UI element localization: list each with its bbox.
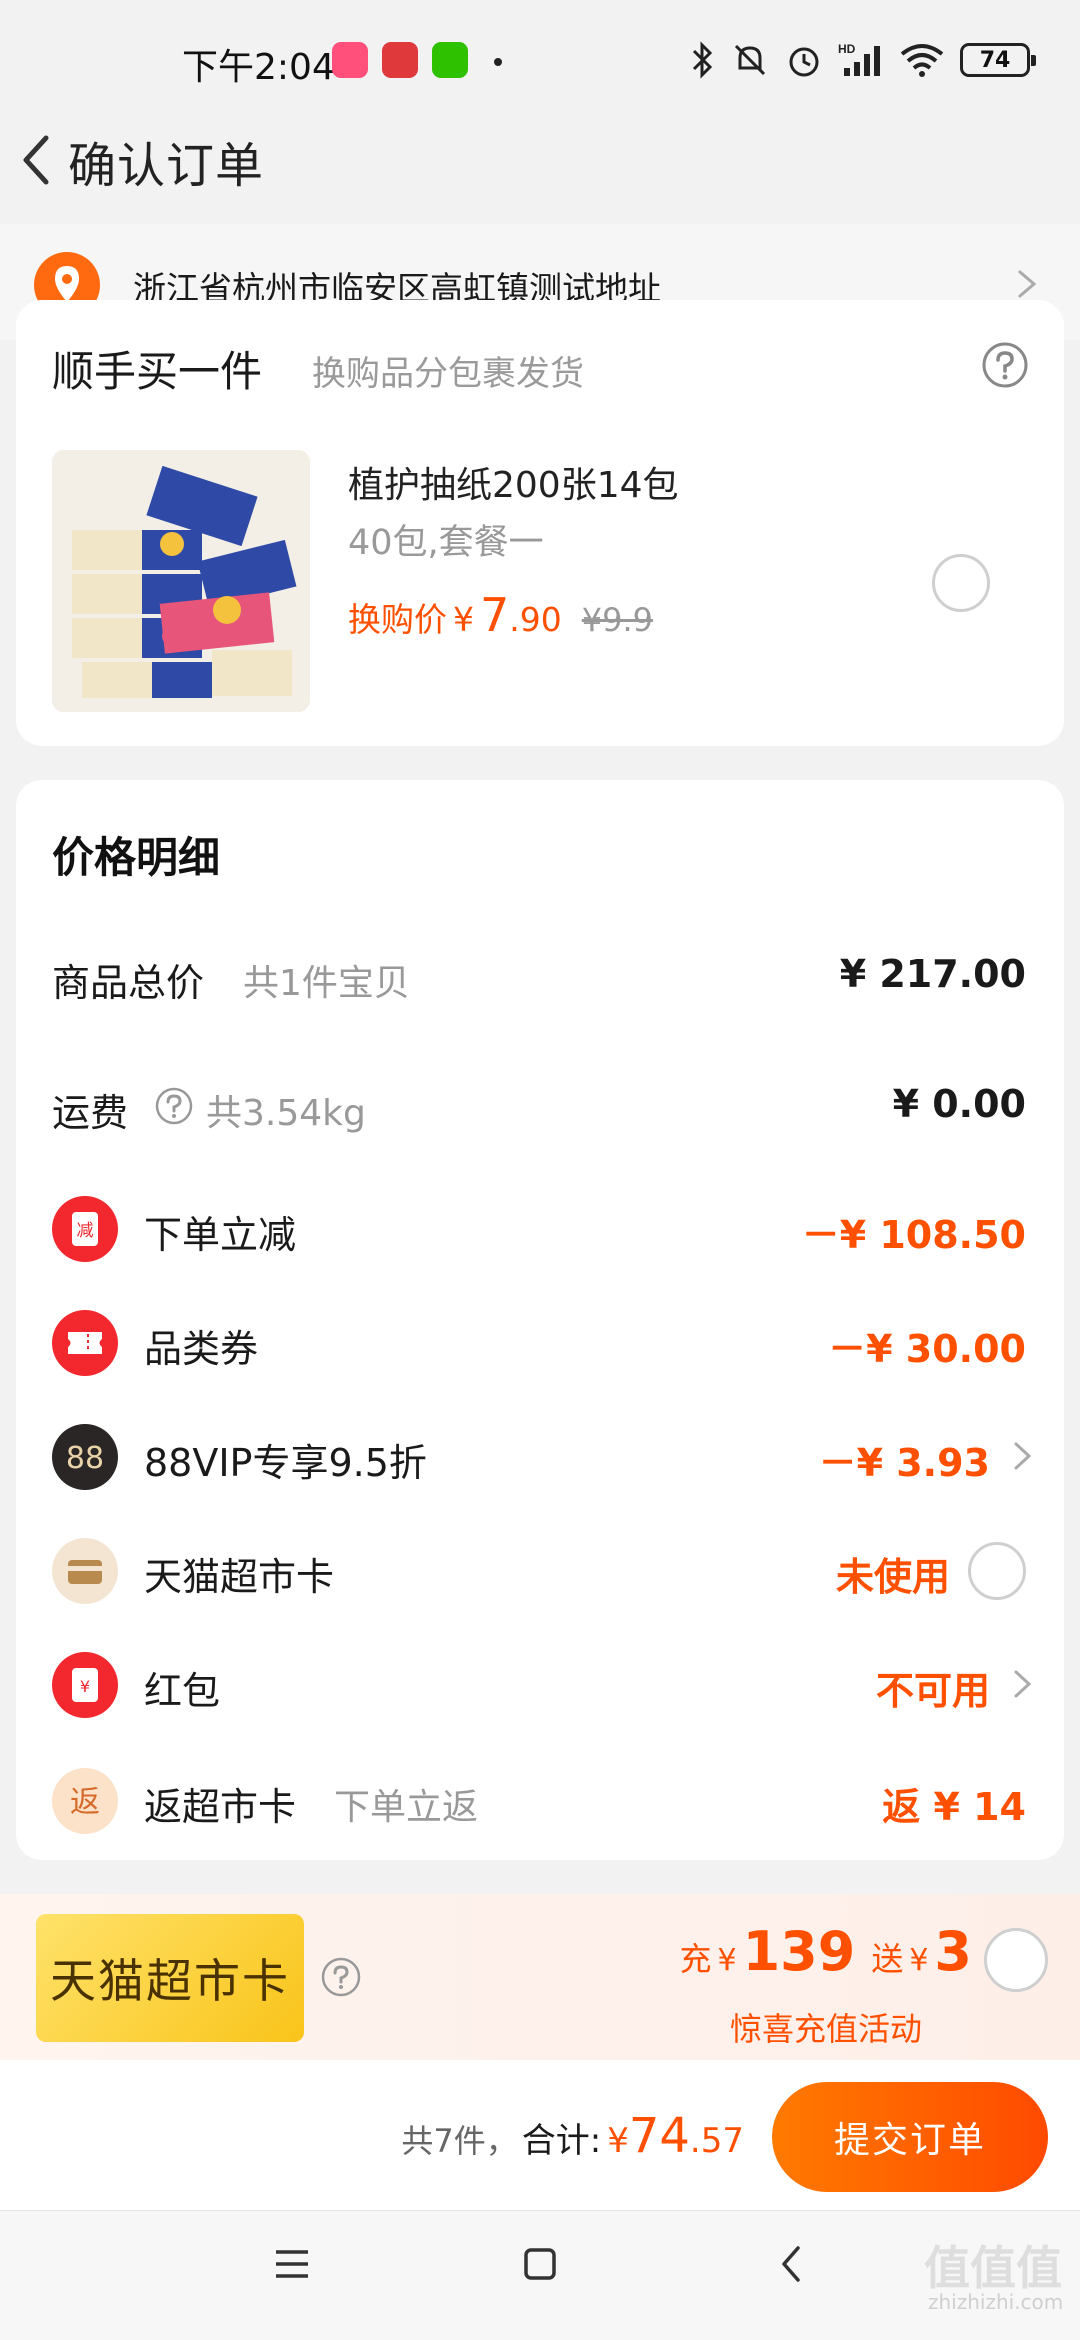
help-icon[interactable] [320,1956,362,1998]
vip-88-icon-glyph: 88 [66,1441,104,1476]
product-price: 换购价 ¥ 7 .90 ¥9.9 [348,588,653,642]
product-spec: 40包,套餐一 [348,523,544,563]
vip-88-icon: 88 [52,1424,118,1490]
row-sub-weight: 共3.54kg [206,1093,366,1134]
recharge-note: 惊喜充值活动 [729,2010,922,2048]
original-price: ¥9.9 [581,601,654,639]
help-icon[interactable] [154,1086,194,1126]
submit-order-button[interactable]: 提交订单 [772,2082,1048,2192]
coupon-icon [52,1310,118,1376]
chevron-right-icon[interactable] [1010,1438,1036,1474]
row-value-instant-discount: －¥ 108.50 [801,1213,1026,1257]
addon-select-radio[interactable] [932,554,990,612]
row-value-cashback: 返 ¥ 14 [882,1785,1026,1829]
cashback-icon: 返 [52,1768,118,1834]
app-notification-icon [332,42,368,78]
gift-amount: 3 [934,1920,972,1983]
watermark-url: zhizhizhi.com [928,2290,1064,2314]
svg-text:HD: HD [838,42,856,56]
order-total: 共7件， 合计: ¥ 74 .57 [401,2108,744,2164]
row-label-shipping: 运费 [52,1091,129,1135]
recharge-select-radio[interactable] [984,1928,1048,1992]
row-value-red-packet[interactable]: 不可用 [876,1660,990,1715]
row-label-red-packet[interactable]: 红包 [144,1660,220,1715]
price-currency: ¥ [453,600,474,639]
gift-currency: ¥ [909,1943,929,1978]
help-icon[interactable] [980,340,1030,390]
wechat-icon [432,42,468,78]
product-name[interactable]: 植护抽纸200张14包 [348,456,679,508]
supermarket-card-image[interactable]: 天猫超市卡 [36,1914,304,2042]
row-value-vip-discount[interactable]: －¥ 3.93 [819,1432,990,1487]
total-label: 合计: [521,2121,602,2161]
product-image[interactable] [52,450,310,712]
row-label-instant-discount: 下单立减 [144,1213,297,1257]
addon-section-title: 顺手买一件 [52,347,263,396]
recharge-offer[interactable]: 充 ¥ 139 送 ¥ 3 [679,1920,972,1983]
recharge-amount: 139 [742,1920,856,1983]
alarm-icon [789,47,819,77]
back-arrow-icon[interactable] [8,118,68,198]
row-sub-cashback: 下单立返 [334,1787,479,1828]
red-packet-icon-glyph: ¥ [80,1677,90,1696]
status-time: 下午2:04 [182,47,335,88]
back-icon[interactable] [762,2234,822,2294]
row-label-supermarket-card: 天猫超市卡 [144,1555,335,1599]
home-icon[interactable] [510,2234,570,2294]
supermarket-card-radio[interactable] [968,1542,1026,1600]
cashback-icon-glyph: 返 [70,1785,100,1820]
row-value-supermarket-card[interactable]: 未使用 [836,1546,950,1601]
total-integer: 74 [628,2108,690,2164]
recharge-label: 充 [679,1940,712,1978]
price-detail-title: 价格明细 [52,833,221,882]
mute-bell-icon [734,44,766,76]
more-notifications-dot [494,58,502,66]
item-count: 共7件， [401,2122,518,2160]
addon-section-subtitle: 换购品分包裹发货 [312,354,584,394]
gift-label: 送 [871,1940,904,1978]
total-currency: ¥ [607,2121,629,2161]
row-sub-goods-count: 共1件宝贝 [243,963,410,1004]
red-packet-icon: ¥ [52,1652,118,1718]
price-label: 换购价 [348,600,447,639]
discount-icon-glyph: 减 [77,1221,94,1241]
chevron-right-icon[interactable] [1010,1666,1036,1702]
app-notification-icon [382,42,418,78]
row-value-shipping: ¥ 0.00 [892,1082,1026,1126]
row-value-category-coupon[interactable]: －¥ 30.00 [828,1318,1026,1373]
status-icons: HD 74 [690,36,1036,84]
menu-icon[interactable] [262,2234,322,2294]
row-label-vip-discount[interactable]: 88VIP专享9.5折 [144,1432,427,1487]
row-label-cashback: 返超市卡 [144,1785,297,1829]
recharge-currency: ¥ [717,1943,737,1978]
wifi-icon [900,44,944,77]
supermarket-card-icon [52,1538,118,1604]
row-label-goods-total: 商品总价 [52,961,205,1005]
chevron-right-icon[interactable] [1012,264,1042,304]
discount-icon: 减 [52,1196,118,1262]
signal-icon: HD [838,42,880,76]
row-label-category-coupon[interactable]: 品类券 [144,1318,258,1373]
bluetooth-icon [692,41,713,79]
battery-indicator: 74 [960,43,1036,77]
price-decimal: .90 [509,600,562,639]
total-decimal: .57 [689,2121,744,2161]
watermark-logo: 值值值 [924,2241,1062,2295]
price-integer: 7 [480,588,510,642]
row-value-goods-total: ¥ 217.00 [839,952,1026,996]
page-title: 确认订单 [68,138,265,194]
